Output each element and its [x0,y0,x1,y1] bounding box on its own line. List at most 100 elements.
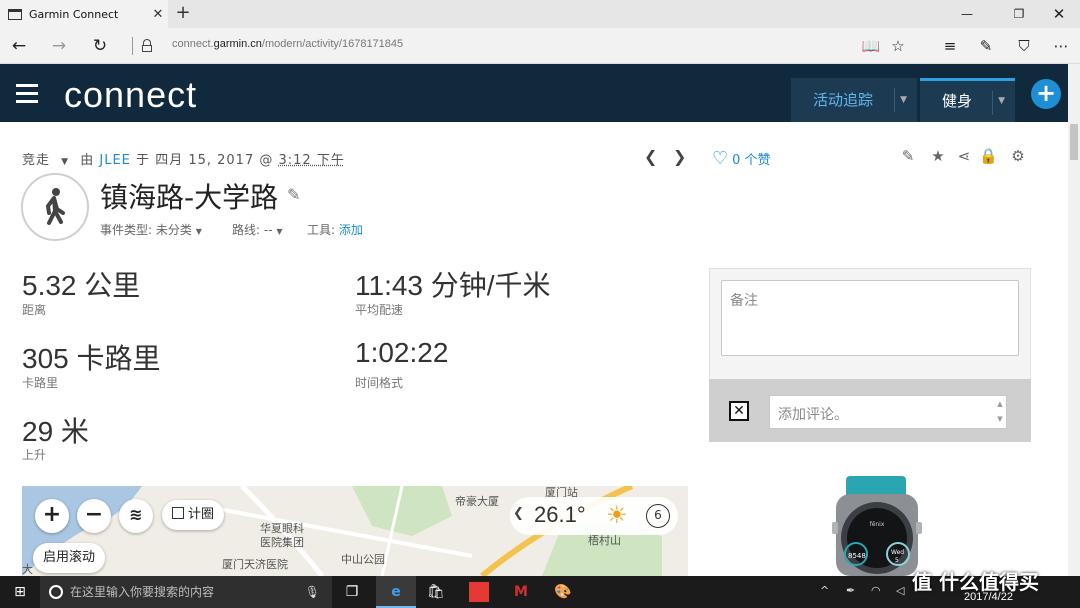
edit-pencil-icon[interactable]: ✎ [899,147,917,165]
stat-distance-label: 距离 [22,303,47,317]
zoom-out-button[interactable]: − [77,499,111,533]
tab-label: 活动追踪 [813,91,874,109]
zoom-in-button[interactable]: + [35,499,69,533]
tab-label: 健身 [942,92,973,110]
store-icon[interactable]: 🛍 [416,576,456,608]
enable-scroll-button[interactable]: 启用滚动 [33,543,106,573]
browser-tab[interactable]: Garmin Connect ✕ [0,0,168,28]
chevron-down-icon[interactable]: ▼ [998,81,1005,122]
task-view-icon[interactable]: ❐ [332,576,372,608]
divider [992,91,993,115]
stat-time-label: 时间格式 [355,376,404,390]
web-note-icon[interactable]: ✎ [973,34,999,58]
watermark-logo: 值 什么值得买 [912,570,1039,594]
activity-type[interactable]: 竞走 [22,153,50,168]
like-button[interactable]: ♡ 0 个赞 [712,148,771,169]
edge-icon[interactable]: e [376,576,416,608]
course-select[interactable]: 路线: -- ▼ [232,221,283,238]
gear-icon[interactable]: ⚙ [1009,147,1027,165]
reading-view-icon[interactable]: 📖 [858,34,884,58]
divider [894,88,895,112]
user-link[interactable]: JLEE [99,153,131,168]
minimize-icon[interactable]: — [944,0,990,28]
favorite-star-icon[interactable]: ☆ [885,34,911,58]
activity-time[interactable]: 3:12 下午 [279,153,345,168]
close-tab-icon[interactable]: ✕ [148,7,168,22]
watch-day: Wed [891,549,904,556]
watch-ad-image[interactable]: fēnix 8548 Wed 5 [806,476,946,576]
star-icon[interactable]: ★ [929,147,947,165]
stat-calories-label: 卡路里 [22,376,59,390]
chevron-down-icon[interactable]: ▼ [61,157,69,167]
new-tab-button[interactable]: + [172,2,194,26]
comment-stepper[interactable]: ▲ ▼ [994,397,1006,427]
wind-speed: 6 [646,504,670,528]
mcafee-icon[interactable]: M [501,576,541,608]
watch-date: 5 [895,557,899,564]
map-place-label: 医院集团 [260,536,304,549]
add-button[interactable]: + [1031,79,1061,109]
previous-activity-icon[interactable]: ❮ [644,147,657,166]
pen-icon[interactable]: ✒ [846,584,855,597]
more-icon[interactable]: ⋯ [1048,34,1074,58]
back-icon[interactable]: ← [5,33,33,59]
event-type-select[interactable]: 事件类型: 未分类 ▼ [100,221,202,238]
stat-ascent-label: 上升 [22,448,47,462]
checkbox-icon[interactable] [172,507,184,519]
page-icon [8,8,22,20]
menu-icon[interactable] [16,84,38,108]
map-place-label: 大 [22,563,33,576]
next-activity-icon[interactable]: ❯ [673,147,686,166]
weather-widget[interactable]: ❮ 26.1° ☀ 6 [510,497,678,535]
hub-icon[interactable]: ≡ [937,34,963,58]
volume-icon[interactable]: ◁ [896,584,904,597]
stat-time-value: 1:02:22 [355,337,449,368]
tab-fitness[interactable]: 健身 ▼ [920,78,1015,122]
layers-icon[interactable]: ≋ [119,499,153,533]
activity-date: 四月 15, 2017 [155,153,255,168]
taskbar-search[interactable]: 在这里输入你要搜索的内容 🎙 [40,576,332,608]
paint-icon[interactable]: 🎨 [543,576,583,608]
sun-icon: ☀ [606,501,628,529]
stat-ascent-value: 29 米 [22,416,89,447]
watch-brand: fēnix [870,521,885,528]
chevron-left-icon[interactable]: ❮ [513,506,524,521]
url-field[interactable]: connect.garmin.cn/modern/activity/167817… [172,38,403,50]
refresh-icon[interactable]: ↻ [86,33,114,59]
microphone-icon[interactable]: 🎙 [305,576,320,608]
chevron-down-icon[interactable]: ▼ [900,78,907,122]
browser-tab-strip: Garmin Connect ✕ + — ❐ ✕ [0,0,1080,28]
add-gear-link[interactable]: 添加 [339,223,363,237]
edit-title-icon[interactable]: ✎ [287,185,300,204]
notes-field[interactable]: 备注 [721,280,1019,356]
share-icon[interactable]: ⋖ [955,147,973,165]
stat-distance-value: 5.32 公里 [22,270,141,301]
comment-input[interactable]: 添加评论。 [769,395,1007,429]
map-place-label: 帝豪大厦 [455,495,499,508]
stat-calories-value: 305 卡路里 [22,343,161,374]
lock-icon[interactable] [142,39,152,52]
temperature: 26.1° [534,502,586,527]
laps-toggle[interactable]: 计圈 [162,500,225,530]
lock-icon[interactable]: 🔒 [979,147,998,165]
activity-title[interactable]: 镇海路-大学路 [100,176,278,216]
chevron-up-icon[interactable]: ^ [820,584,829,597]
forward-icon[interactable]: → [45,33,73,59]
tab-title: Garmin Connect [29,7,119,21]
windows-start-icon[interactable]: ⊞ [0,576,40,608]
map-place-label: 厦门天济医院 [222,558,288,571]
at-label: @ [259,153,274,168]
connect-logo[interactable]: connect [64,74,197,116]
comment-close-icon[interactable]: ✕ [729,401,749,421]
scrollbar-thumb[interactable] [1070,124,1078,160]
close-window-icon[interactable]: ✕ [1036,0,1080,28]
wifi-icon[interactable]: ◠ [871,584,881,597]
share-icon[interactable]: ⛉ [1011,34,1037,58]
gear-field: 工具: 添加 [307,223,363,237]
likes-count: 0 个赞 [732,153,771,168]
app-red-icon[interactable] [459,576,499,608]
tab-activity-tracking[interactable]: 活动追踪 ▼ [791,78,917,122]
on-label: 于 [136,153,151,168]
activity-meta: 竞走 ▼ 由 JLEE 于 四月 15, 2017 @ 3:12 下午 [22,149,345,168]
map-place-label: 中山公园 [341,553,385,566]
